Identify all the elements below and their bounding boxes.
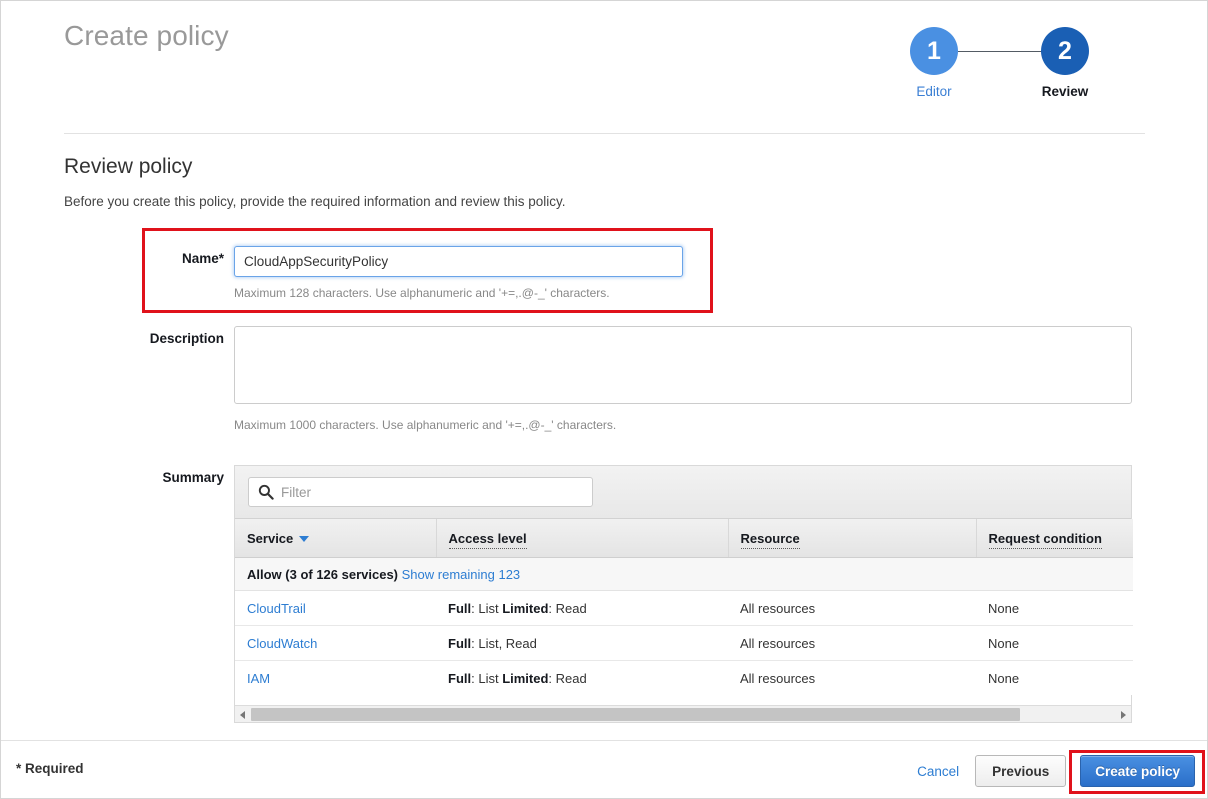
column-header-resource[interactable]: Resource <box>728 519 976 558</box>
sort-descending-icon[interactable] <box>299 536 309 542</box>
summary-group-row-allow: Allow (3 of 126 services) Show remaining… <box>235 558 1133 591</box>
scroll-right-arrow-icon[interactable] <box>1115 706 1131 722</box>
cell-request-condition: None <box>976 591 1133 626</box>
policy-name-input[interactable] <box>234 246 683 277</box>
step-1-label: Editor <box>869 84 999 99</box>
wizard-step-editor[interactable]: 1 Editor <box>869 27 999 99</box>
description-hint: Maximum 1000 characters. Use alphanumeri… <box>234 418 616 432</box>
access-level-part: : Read <box>548 601 586 616</box>
step-1-circle: 1 <box>910 27 958 75</box>
access-level-part: : Read <box>548 671 586 686</box>
access-level-part: : List <box>471 671 502 686</box>
step-2-label: Review <box>1000 84 1130 99</box>
step-2-circle: 2 <box>1041 27 1089 75</box>
access-level-part: Full <box>448 636 471 651</box>
policy-description-input[interactable] <box>234 326 1132 404</box>
scrollbar-thumb[interactable] <box>251 708 1020 721</box>
service-link-cloudtrail[interactable]: CloudTrail <box>247 601 306 616</box>
section-title: Review policy <box>64 155 192 179</box>
wizard-step-review[interactable]: 2 Review <box>1000 27 1130 99</box>
service-link-cloudwatch[interactable]: CloudWatch <box>247 636 317 651</box>
cell-request-condition: None <box>976 661 1133 696</box>
create-policy-page: Create policy 1 Editor 2 Review Review p… <box>0 0 1208 799</box>
cell-access-level: Full: List, Read <box>436 626 728 661</box>
wizard-header: Create policy 1 Editor 2 Review <box>1 1 1208 134</box>
column-header-service-label: Service <box>247 531 293 546</box>
required-note: * Required <box>16 761 84 776</box>
access-level-part: Full <box>448 601 471 616</box>
name-hint: Maximum 128 characters. Use alphanumeric… <box>234 286 610 300</box>
show-remaining-services-link[interactable]: Show remaining 123 <box>402 567 521 582</box>
table-row: IAM Full: List Limited: Read All resourc… <box>235 661 1133 696</box>
summary-table-header-row: Service Access level Resource Request co… <box>235 519 1133 558</box>
access-level-part: : List, Read <box>471 636 537 651</box>
summary-panel: Service Access level Resource Request co… <box>234 465 1132 723</box>
cell-service: CloudWatch <box>235 626 436 661</box>
page-title: Create policy <box>64 20 229 52</box>
column-header-service[interactable]: Service <box>235 519 436 558</box>
allow-services-count: Allow (3 of 126 services) <box>247 567 398 582</box>
summary-filter-bar <box>235 466 1131 519</box>
cell-request-condition: None <box>976 626 1133 661</box>
column-header-request-condition-label: Request condition <box>989 531 1102 549</box>
cell-resource: All resources <box>728 661 976 696</box>
summary-table: Service Access level Resource Request co… <box>235 519 1133 695</box>
name-label: Name* <box>64 251 224 266</box>
cell-access-level: Full: List Limited: Read <box>436 591 728 626</box>
footer-bar: * Required Cancel Previous Create policy <box>1 740 1208 798</box>
service-link-iam[interactable]: IAM <box>247 671 270 686</box>
previous-button[interactable]: Previous <box>975 755 1066 787</box>
table-row: CloudWatch Full: List, Read All resource… <box>235 626 1133 661</box>
summary-filter-input[interactable] <box>248 477 593 507</box>
table-row: CloudTrail Full: List Limited: Read All … <box>235 591 1133 626</box>
cell-resource: All resources <box>728 591 976 626</box>
cell-access-level: Full: List Limited: Read <box>436 661 728 696</box>
summary-label: Summary <box>64 470 224 485</box>
column-header-request-condition[interactable]: Request condition <box>976 519 1133 558</box>
create-policy-button[interactable]: Create policy <box>1080 755 1195 787</box>
header-divider <box>64 133 1145 134</box>
summary-horizontal-scrollbar[interactable] <box>235 705 1131 722</box>
footer-actions: Cancel Previous Create policy <box>915 755 1195 787</box>
access-level-part: Limited <box>502 601 548 616</box>
column-header-access-level[interactable]: Access level <box>436 519 728 558</box>
scroll-left-arrow-icon[interactable] <box>235 706 251 722</box>
cell-service: IAM <box>235 661 436 696</box>
cell-resource: All resources <box>728 626 976 661</box>
cancel-button[interactable]: Cancel <box>915 758 961 785</box>
section-subtitle: Before you create this policy, provide t… <box>64 194 566 209</box>
summary-group-row-cell: Allow (3 of 126 services) Show remaining… <box>235 558 1133 591</box>
access-level-part: Full <box>448 671 471 686</box>
cell-service: CloudTrail <box>235 591 436 626</box>
search-icon <box>258 484 274 500</box>
column-header-access-level-label: Access level <box>449 531 527 549</box>
scrollbar-track[interactable] <box>251 708 1115 721</box>
wizard-step-indicator: 1 Editor 2 Review <box>901 27 1131 112</box>
access-level-part: : List <box>471 601 502 616</box>
access-level-part: Limited <box>502 671 548 686</box>
description-label: Description <box>64 331 224 346</box>
column-header-resource-label: Resource <box>741 531 800 549</box>
